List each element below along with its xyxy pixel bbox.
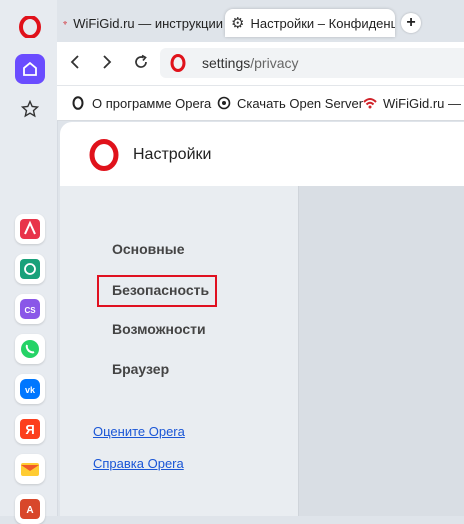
home-icon[interactable] [15,54,45,84]
url-host: settings [202,55,251,71]
url-path: /privacy [250,55,299,71]
yandex-icon[interactable]: Я [15,414,45,444]
reload-icon[interactable] [133,54,149,75]
settings-header: Настройки [60,122,464,187]
help-opera-link[interactable]: Справка Opera [93,456,184,471]
tab-wifigid[interactable]: WiFiGid.ru — инструкции [63,9,223,37]
page-title: Настройки [133,146,212,163]
bookmark-wifigid[interactable]: WiFiGid.ru — и [363,86,464,120]
nav-item-features[interactable]: Возможности [112,321,206,337]
tab-strip: WiFiGid.ru — инструкции ⚙ Настройки – Ко… [57,0,464,42]
openai-icon [217,96,231,110]
settings-nav: Основные Безопасность Возможности Браузе… [60,186,299,516]
mail-icon[interactable] [15,454,45,484]
tab-label: Настройки – Конфиденц [250,15,395,31]
translate-icon[interactable]: A [15,494,45,524]
address-toolbar: settings/privacy [57,42,464,86]
star-icon[interactable] [15,94,45,124]
opera-menu-icon[interactable] [15,12,45,42]
highlight-box [97,275,217,307]
bookmarks-bar: О программе Opera Скачать Open Server Wi… [57,86,464,121]
rate-opera-link[interactable]: Оцените Opera [93,424,185,439]
aria-icon[interactable] [15,214,45,244]
opera-logo-icon [89,139,119,171]
opera-logo-icon [170,54,186,72]
svg-text:A: A [26,505,33,516]
svg-text:vk: vk [25,385,36,395]
settings-content [299,186,464,516]
address-bar[interactable]: settings/privacy [160,48,464,78]
nav-item-browser[interactable]: Браузер [112,361,169,377]
gear-icon: ⚙ [231,15,245,32]
opera-icon [72,96,84,110]
opera-sidebar: CS vk Я A [0,0,58,524]
tab-label: WiFiGid.ru — инструкции [73,15,223,31]
url-text: settings/privacy [202,55,298,71]
bookmark-open-server[interactable]: Скачать Open Server [217,86,363,120]
chatgpt-icon[interactable] [15,254,45,284]
back-icon[interactable] [69,54,81,75]
wifi-icon [363,98,377,109]
tab-settings[interactable]: ⚙ Настройки – Конфиденц [225,9,395,37]
vk-icon[interactable]: vk [15,374,45,404]
whatsapp-icon[interactable] [15,334,45,364]
bookmark-about-opera[interactable]: О программе Opera [72,86,211,120]
svg-text:CS: CS [24,306,36,315]
wifi-icon [63,21,68,25]
new-tab-button[interactable]: + [401,13,421,33]
nav-item-basic[interactable]: Основные [112,241,185,257]
cs-icon[interactable]: CS [15,294,45,324]
forward-icon[interactable] [101,54,113,75]
bookmark-label: О программе Opera [92,95,212,111]
bookmark-label: WiFiGid.ru — и [383,95,464,111]
bookmark-label: Скачать Open Server [237,95,364,111]
svg-text:Я: Я [25,422,34,437]
